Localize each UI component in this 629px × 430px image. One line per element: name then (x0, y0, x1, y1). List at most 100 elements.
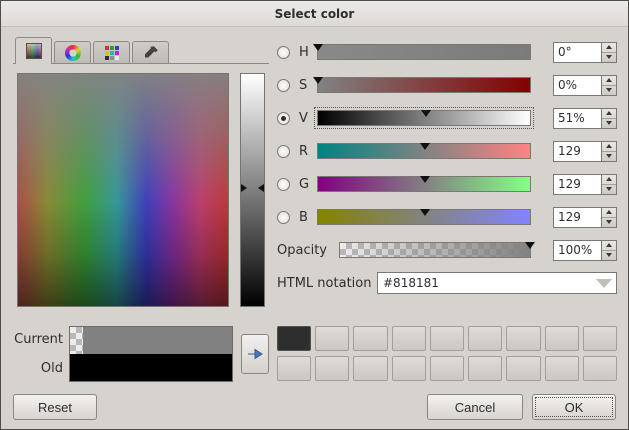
slider-marker-H[interactable] (313, 44, 323, 51)
dropdown-arrow-icon[interactable] (596, 279, 612, 288)
palette-swatch[interactable] (430, 356, 464, 381)
radio-R[interactable] (277, 145, 290, 158)
radio-B[interactable] (277, 211, 290, 224)
current-color-swatch (70, 327, 232, 354)
tab-color-wheel[interactable] (54, 41, 91, 63)
channel-row-B: B 129 (277, 206, 617, 228)
spin-value-H: 0° (554, 43, 601, 62)
spin-up-button[interactable] (602, 208, 616, 218)
cancel-button[interactable]: Cancel (427, 394, 523, 420)
spinbox-H[interactable]: 0° (553, 42, 617, 63)
palette-row (277, 326, 617, 351)
channel-label-G: G (299, 177, 317, 192)
tab-color-picker[interactable] (132, 41, 169, 63)
tab-gimp-selector[interactable] (15, 37, 52, 64)
spin-value-V: 51% (554, 109, 601, 128)
palette-swatch[interactable] (392, 326, 426, 351)
down-arrow-icon (606, 55, 612, 59)
hue-saturation-square[interactable] (17, 73, 229, 307)
slider-G[interactable] (317, 176, 531, 192)
spinbox-S[interactable]: 0% (553, 75, 617, 96)
radio-G[interactable] (277, 178, 290, 191)
palette-swatch[interactable] (468, 356, 502, 381)
eyedropper-icon (143, 45, 159, 61)
opacity-slider[interactable] (339, 242, 531, 258)
reset-button[interactable]: Reset (13, 394, 97, 420)
spin-up-button[interactable] (602, 76, 616, 86)
palette-swatch[interactable] (392, 356, 426, 381)
palette-swatch[interactable] (315, 326, 349, 351)
palette-swatch[interactable] (545, 326, 579, 351)
spin-down-button[interactable] (602, 152, 616, 161)
slider-marker-R[interactable] (420, 143, 430, 150)
titlebar: Select color (1, 1, 628, 27)
slider-B[interactable] (317, 209, 531, 225)
radio-H[interactable] (277, 46, 290, 59)
palette-swatch[interactable] (506, 356, 540, 381)
channel-label-B: B (299, 210, 317, 225)
slider-V[interactable] (317, 110, 531, 126)
spin-down-button[interactable] (602, 119, 616, 128)
palette-swatch[interactable] (468, 326, 502, 351)
spinbox-G[interactable]: 129 (553, 174, 617, 195)
spin-up-button[interactable] (602, 43, 616, 53)
select-color-dialog: Select color H0°S0%V51%R129G129B129 (0, 0, 629, 430)
spin-up-button[interactable] (602, 109, 616, 119)
right-arrow-icon (246, 345, 264, 363)
palette-swatch[interactable] (506, 326, 540, 351)
slider-marker-G[interactable] (420, 176, 430, 183)
spinbox-B[interactable]: 129 (553, 207, 617, 228)
up-arrow-icon (606, 78, 612, 82)
opacity-marker[interactable] (525, 242, 535, 249)
radio-V[interactable] (277, 112, 290, 125)
slider-S[interactable] (317, 77, 531, 93)
palette-swatch[interactable] (277, 356, 311, 381)
spin-down-button[interactable] (602, 53, 616, 62)
tab-palette[interactable] (93, 41, 130, 63)
spin-up-button[interactable] (602, 175, 616, 185)
slider-H[interactable] (317, 44, 531, 60)
spin-value-B: 129 (554, 208, 601, 227)
spinbox-R[interactable]: 129 (553, 141, 617, 162)
html-notation-input[interactable]: #818181 (377, 272, 617, 294)
slider-marker-V[interactable] (421, 110, 431, 117)
value-bar[interactable] (240, 73, 265, 307)
window-title: Select color (275, 7, 355, 21)
spinbox-V[interactable]: 51% (553, 108, 617, 129)
slider-R[interactable] (317, 143, 531, 159)
palette-swatch[interactable] (277, 326, 311, 351)
current-old-swatch-box (69, 326, 233, 382)
up-arrow-icon (606, 210, 612, 214)
down-arrow-icon (606, 121, 612, 125)
spin-buttons (601, 175, 616, 194)
spin-down-button[interactable] (602, 86, 616, 95)
opacity-label: Opacity (277, 243, 339, 258)
add-to-palette-button[interactable] (241, 334, 269, 374)
radio-S[interactable] (277, 79, 290, 92)
spin-down-button[interactable] (602, 218, 616, 227)
html-notation-value: #818181 (383, 276, 439, 290)
spin-up-button[interactable] (602, 142, 616, 152)
html-notation-label: HTML notation (277, 276, 377, 291)
channel-label-R: R (299, 144, 317, 159)
palette-swatch[interactable] (583, 356, 617, 381)
down-arrow-icon (606, 154, 612, 158)
palette-swatch[interactable] (430, 326, 464, 351)
palette-swatch[interactable] (545, 356, 579, 381)
opacity-spinbox[interactable]: 100% (553, 240, 617, 261)
palette-swatch[interactable] (315, 356, 349, 381)
spin-buttons (601, 76, 616, 95)
spin-down-button[interactable] (602, 251, 616, 260)
spin-down-button[interactable] (602, 185, 616, 194)
opacity-row: Opacity 100% (277, 239, 617, 261)
slider-marker-B[interactable] (420, 209, 430, 216)
palette-swatch[interactable] (583, 326, 617, 351)
slider-marker-S[interactable] (313, 77, 323, 84)
palette-icon (104, 45, 120, 61)
spin-up-button[interactable] (602, 241, 616, 251)
channel-row-R: R 129 (277, 140, 617, 162)
spin-value-S: 0% (554, 76, 601, 95)
palette-swatch[interactable] (353, 326, 387, 351)
palette-swatch[interactable] (353, 356, 387, 381)
ok-button[interactable]: OK (532, 394, 616, 420)
